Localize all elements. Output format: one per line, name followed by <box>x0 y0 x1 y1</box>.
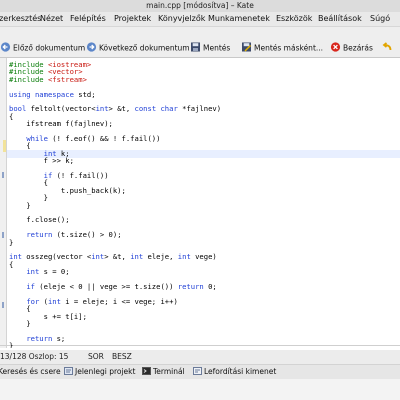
arrow-left-icon <box>0 42 11 52</box>
code-line: for (int i = eleje; i <= vege; i++) <box>26 296 178 306</box>
code-line: ifstream f(fajlnev); <box>9 119 113 129</box>
tool-view-tabs: Keresés és csere Jelenlegi projekt Termi… <box>0 364 400 379</box>
main-toolbar: Előző dokumentum Következő dokumentum Me… <box>0 27 400 58</box>
menu-bookmarks[interactable]: Könyvjelzők <box>158 12 205 26</box>
window-title: main.cpp [módosítva] – Kate <box>146 1 254 10</box>
close-label: Bezárás <box>343 43 373 53</box>
tab-compiler-output-label: Lefordítási kimenet <box>204 367 277 376</box>
tab-search-replace[interactable]: Keresés és csere <box>0 365 61 379</box>
code-line: while (! f.eof() && ! f.fail()) <box>26 134 161 143</box>
code-line: } <box>9 319 31 328</box>
close-icon <box>330 42 341 52</box>
menu-bar: Szerkesztés Nézet Felépítés Projektek Kö… <box>0 12 400 27</box>
cursor-position: 13/128 Oszlop: 15 <box>0 352 69 361</box>
next-document-button[interactable]: Következő dokumentum <box>86 41 190 54</box>
menu-build[interactable]: Felépítés <box>70 12 106 26</box>
save-as-button[interactable]: Mentés másként... <box>241 41 323 54</box>
code-line: return (t.size() > 0); <box>26 230 122 240</box>
fold-marker <box>2 232 4 238</box>
menu-edit[interactable]: Szerkesztés <box>0 12 41 26</box>
code-line: f >> k; <box>9 156 74 166</box>
previous-document-label: Előző dokumentum <box>13 43 86 53</box>
menu-sessions[interactable]: Munkamenetek <box>208 12 270 26</box>
undo-arrow-icon <box>382 42 392 51</box>
close-button[interactable]: Bezárás <box>330 41 373 54</box>
next-document-label: Következő dokumentum <box>99 43 190 53</box>
editor-bottom-border <box>0 345 400 346</box>
tab-current-project-label: Jelenlegi projekt <box>75 367 136 376</box>
code-editor[interactable]: #include <iostream> #include <vector> #inc… <box>0 58 400 348</box>
selection-mode[interactable]: SOR <box>88 350 104 364</box>
menu-tools[interactable]: Eszközök <box>276 12 312 26</box>
title-bar: main.cpp [módosítva] – Kate <box>0 0 400 12</box>
code-line: } <box>9 237 14 247</box>
save-as-icon <box>242 42 252 52</box>
menu-projects[interactable]: Projektek <box>114 12 151 26</box>
tab-terminal-label: Terminál <box>153 367 185 376</box>
tab-compiler-output[interactable]: Lefordítási kimenet <box>193 365 276 379</box>
code-line: f.close(); <box>9 215 70 225</box>
code-line: if (eleje < 0 || vege >= t.size()) retur… <box>26 282 217 291</box>
tab-search-replace-label: Keresés és csere <box>0 367 61 376</box>
fold-marker <box>2 302 4 308</box>
code-line: int s = 0; <box>26 267 70 277</box>
modified-line-marker <box>3 140 6 152</box>
code-line: using namespace std; <box>9 89 96 99</box>
tab-current-project[interactable]: Jelenlegi projekt <box>64 365 135 379</box>
kate-window: main.cpp [módosítva] – Kate Szerkesztés … <box>0 0 400 400</box>
status-bar: 13/128 Oszlop: 15 SOR BESZ <box>0 350 400 364</box>
tab-terminal[interactable]: Terminál <box>142 365 185 379</box>
save-button[interactable]: Mentés <box>190 41 230 54</box>
save-as-label: Mentés másként... <box>254 43 324 53</box>
insert-mode[interactable]: BESZ <box>112 350 132 364</box>
menu-settings[interactable]: Beállítások <box>318 12 362 26</box>
menu-view[interactable]: Nézet <box>40 12 63 26</box>
fold-marker <box>2 172 4 178</box>
previous-document-button[interactable]: Előző dokumentum <box>0 41 85 54</box>
project-icon <box>64 367 73 375</box>
code-line: #include <fstream> <box>9 74 87 84</box>
code-line: return s; <box>26 333 66 343</box>
code-line: bool feltolt(vector<int> &t, const char … <box>9 104 222 114</box>
undo-button[interactable] <box>381 41 394 54</box>
build-output-icon <box>193 367 202 375</box>
floppy-disk-icon <box>191 42 200 52</box>
code-line: } <box>9 200 31 210</box>
terminal-icon <box>142 367 151 375</box>
save-label: Mentés <box>203 43 231 53</box>
code-line: } <box>9 341 14 348</box>
menu-help[interactable]: Súgó <box>370 12 390 26</box>
code-line: int osszeg(vector <int> &t, int eleje, i… <box>9 252 217 262</box>
arrow-right-icon <box>86 42 97 52</box>
footer-area <box>0 379 400 400</box>
